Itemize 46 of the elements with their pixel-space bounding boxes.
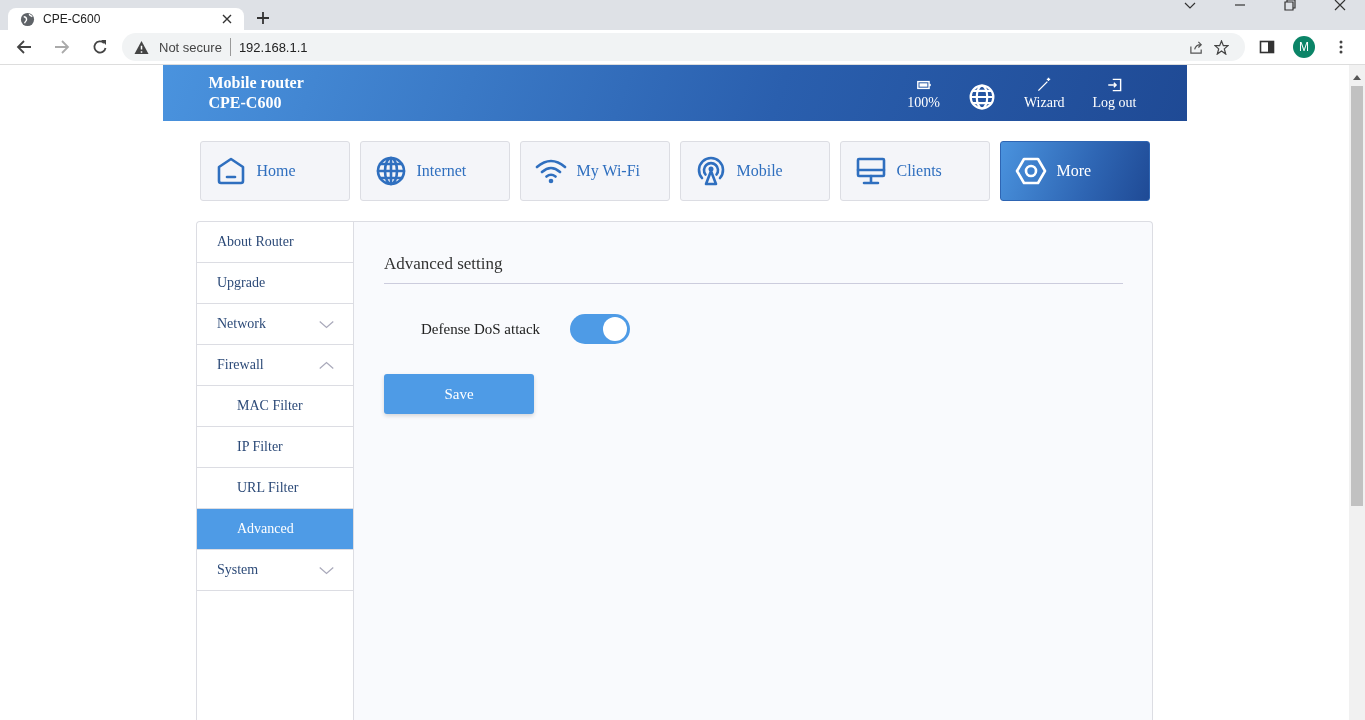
sidebar-item[interactable]: MAC Filter	[197, 386, 353, 427]
header-link[interactable]: Log out	[1092, 94, 1137, 111]
globe-icon	[20, 11, 35, 27]
restore-icon[interactable]	[1284, 0, 1296, 11]
hexagon-icon	[1014, 155, 1047, 187]
header-link[interactable]: Wizard	[1023, 94, 1065, 111]
battery-level: 100%	[907, 94, 940, 111]
section-title: Advanced setting	[384, 222, 1123, 284]
toggle-switch[interactable]	[570, 314, 631, 344]
brand-text: Mobile router	[208, 73, 304, 93]
nav-tab[interactable]: Clients	[839, 141, 990, 201]
close-icon[interactable]	[1334, 0, 1346, 11]
nav-tab[interactable]: My Wi-Fi	[519, 141, 670, 201]
chevron-icon	[318, 564, 335, 576]
chevron-icon	[318, 359, 335, 371]
sidebar-item[interactable]: System	[197, 550, 353, 591]
nav-tab[interactable]: Home	[199, 141, 350, 201]
security-label: Not secure	[159, 39, 222, 55]
sidebar-item[interactable]: Upgrade	[197, 263, 353, 304]
scrollbar-thumb[interactable]	[1351, 86, 1363, 506]
nav-tab[interactable]: More	[999, 141, 1150, 201]
sidebar-item[interactable]: About Router	[197, 222, 353, 263]
url-text: 192.168.1.1	[238, 39, 308, 55]
sidebar-item[interactable]: IP Filter	[197, 427, 353, 468]
warning-icon	[134, 39, 149, 55]
globe-icon	[374, 155, 407, 187]
nav-tab[interactable]: Internet	[359, 141, 510, 201]
address-bar[interactable]: Not secure 192.168.1.1	[122, 33, 1245, 61]
tab-title: CPE-C600	[43, 12, 102, 26]
monitor-icon	[854, 155, 887, 187]
share-icon[interactable]	[1189, 39, 1204, 55]
globe-icon[interactable]	[967, 82, 996, 111]
new-tab-icon[interactable]	[256, 11, 270, 25]
close-tab-icon[interactable]	[222, 14, 232, 24]
scrollbar[interactable]	[1349, 65, 1365, 720]
chevron-icon	[318, 318, 335, 330]
browser-tab[interactable]: CPE-C600	[8, 8, 244, 30]
scroll-up-icon[interactable]	[1353, 75, 1361, 80]
nav-tab[interactable]: Mobile	[679, 141, 830, 201]
tab-search-icon[interactable]	[1184, 0, 1196, 11]
profile-avatar[interactable]: M	[1293, 36, 1315, 58]
brand-text: CPE-C600	[208, 93, 283, 113]
sidebar-item[interactable]: Firewall	[197, 345, 353, 386]
star-icon[interactable]	[1214, 39, 1229, 55]
sidebar-item[interactable]: Network	[197, 304, 353, 345]
setting-label: Defense DoS attack	[421, 320, 541, 338]
